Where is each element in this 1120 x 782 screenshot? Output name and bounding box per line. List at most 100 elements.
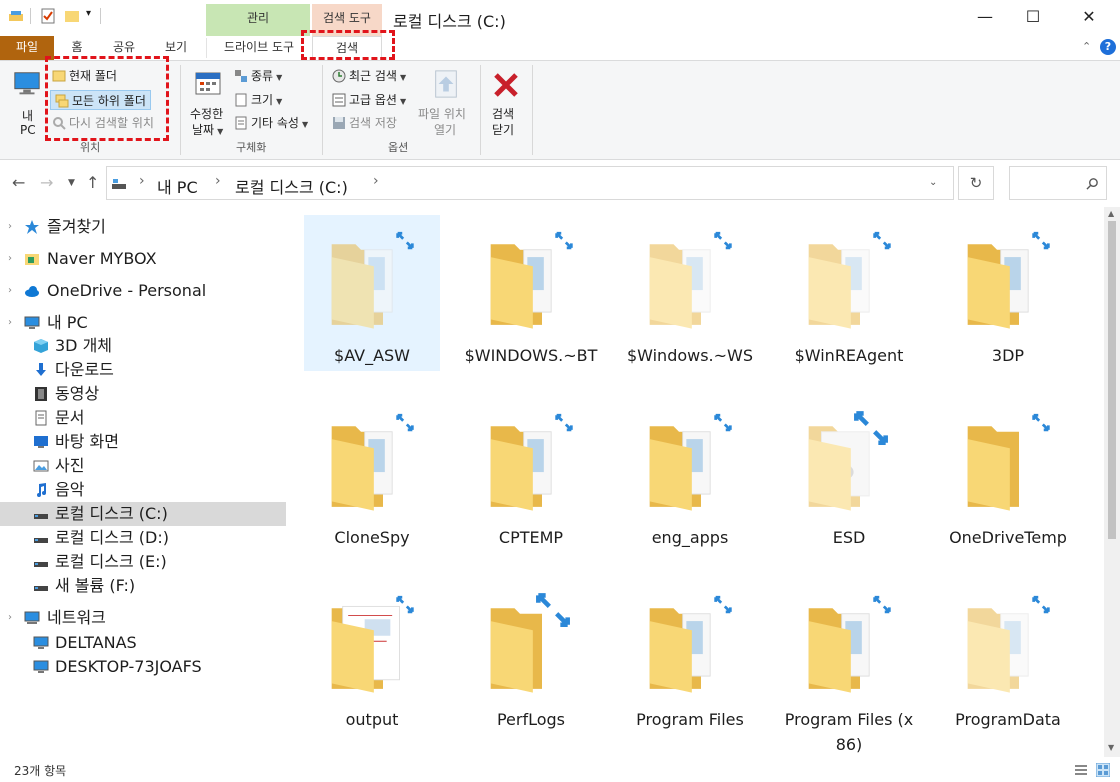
nav-item-label: 내 PC <box>47 313 88 332</box>
close-search-label-1: 검색 <box>492 107 515 121</box>
large-icons-view-icon[interactable] <box>1096 763 1110 777</box>
minimize-button[interactable]: — <box>962 0 1008 36</box>
nav-item[interactable]: 바탕 화면 <box>0 430 286 454</box>
scroll-thumb[interactable] <box>1108 221 1116 539</box>
expand-icon[interactable]: › <box>8 606 12 630</box>
nav-item[interactable]: 음악 <box>0 478 286 502</box>
nav-item-label: 로컬 디스크 (C:) <box>55 504 168 523</box>
folder-item[interactable]: $Windows.~WS <box>622 215 758 371</box>
size-icon <box>235 93 247 107</box>
help-icon[interactable]: ? <box>1100 39 1116 55</box>
my-pc-button[interactable]: 내 PC <box>8 67 46 137</box>
refresh-button[interactable]: ↻ <box>958 166 994 200</box>
folder-item[interactable]: Program Files (x86) <box>781 579 917 754</box>
nav-item[interactable]: 로컬 디스크 (C:) <box>0 502 286 526</box>
address-bar[interactable]: › 내 PC › 로컬 디스크 (C:) › ⌄ <box>106 166 954 200</box>
expand-icon[interactable]: › <box>8 279 12 303</box>
details-view-icon[interactable] <box>1074 763 1088 777</box>
nav-item-label: DESKTOP-73JOAFS <box>55 657 202 676</box>
nav-item[interactable]: › 즐겨찾기 <box>0 215 286 239</box>
tab-view[interactable]: 보기 <box>156 36 196 60</box>
advanced-options-dropdown[interactable]: 고급 옵션 ▼ <box>332 90 406 110</box>
search-again-in-button[interactable]: 다시 검색할 위치 <box>52 113 154 133</box>
tab-home[interactable]: 홈 <box>62 36 92 60</box>
open-file-location-button[interactable]: 파일 위치 열기 <box>416 67 476 137</box>
expand-icon[interactable]: › <box>8 311 12 335</box>
nav-item[interactable]: › 네트워크 <box>0 606 286 630</box>
all-subfolders-label: 모든 하위 폴더 <box>72 94 146 108</box>
collapse-ribbon-icon[interactable]: ⌃ <box>1082 40 1091 53</box>
breadcrumb-local-disk[interactable]: 로컬 디스크 (C:) <box>235 174 348 198</box>
close-search-button[interactable]: 검색 닫기 <box>486 67 526 137</box>
folder-icon <box>649 413 732 511</box>
folder-item[interactable]: 3DP <box>940 215 1076 371</box>
up-icon[interactable]: ↑ <box>86 173 99 192</box>
all-subfolders-button[interactable]: 모든 하위 폴더 <box>50 90 151 110</box>
nav-item[interactable]: DELTANAS <box>0 631 286 655</box>
address-history-icon[interactable]: ⌄ <box>929 177 937 188</box>
nav-item-label: 3D 개체 <box>55 336 113 355</box>
save-search-label: 검색 저장 <box>349 116 397 130</box>
expand-icon[interactable]: › <box>8 215 12 239</box>
nav-item[interactable]: 로컬 디스크 (D:) <box>0 526 286 550</box>
search-input[interactable] <box>1009 166 1107 200</box>
tab-search[interactable]: 검색 <box>312 36 382 60</box>
properties-icon[interactable] <box>40 8 56 24</box>
folder-name: ProgramData <box>955 710 1061 729</box>
kind-dropdown[interactable]: 종류 ▼ <box>234 66 282 86</box>
recent-locations-icon[interactable]: ▼ <box>68 178 75 188</box>
options-group-label: 옵션 <box>388 141 409 154</box>
nav-item[interactable]: 동영상 <box>0 382 286 406</box>
my-pc-label-2: PC <box>20 123 36 137</box>
tab-file[interactable]: 파일 <box>0 36 54 60</box>
folder-item[interactable]: $WinREAgent <box>781 215 917 371</box>
nav-item[interactable]: 문서 <box>0 406 286 430</box>
close-button[interactable]: ✕ <box>1066 0 1112 36</box>
recent-searches-dropdown[interactable]: 최근 검색 ▼ <box>332 66 406 86</box>
save-search-button[interactable]: 검색 저장 <box>332 113 397 133</box>
new-folder-icon[interactable] <box>64 8 80 24</box>
nav-item[interactable]: 새 볼륨 (F:) <box>0 574 286 598</box>
nav-item-label: DELTANAS <box>55 633 137 652</box>
nav-item[interactable]: 3D 개체 <box>0 334 286 358</box>
expand-icon[interactable]: › <box>8 247 12 271</box>
other-properties-dropdown[interactable]: 기타 속성 ▼ <box>234 113 308 133</box>
nav-item[interactable]: › 내 PC <box>0 311 286 335</box>
folder-item[interactable]: $WINDOWS.~BT <box>463 215 599 371</box>
current-folder-button[interactable]: 현재 폴더 <box>52 66 117 86</box>
nav-item[interactable]: 로컬 디스크 (E:) <box>0 550 286 574</box>
folder-item[interactable]: CloneSpy <box>304 397 440 553</box>
size-label: 크기 <box>251 93 274 107</box>
customize-qa-icon[interactable]: ▾ <box>86 8 91 19</box>
folder-item[interactable]: ESD <box>781 397 917 553</box>
maximize-button[interactable]: ☐ <box>1010 0 1056 36</box>
tab-share[interactable]: 공유 <box>104 36 144 60</box>
folder-item[interactable]: eng_apps <box>622 397 758 553</box>
scroll-down-icon[interactable]: ▼ <box>1108 743 1114 752</box>
back-icon[interactable]: ← <box>12 173 25 192</box>
folder-item[interactable]: ProgramData <box>940 579 1076 735</box>
folder-name: CPTEMP <box>498 528 564 547</box>
folder-item[interactable]: output <box>304 579 440 735</box>
folder-item[interactable]: $AV_ASW <box>304 215 440 371</box>
folder-item[interactable]: PerfLogs <box>463 579 599 735</box>
nav-item-label: 사진 <box>55 456 85 475</box>
folder-item[interactable]: OneDriveTemp <box>940 397 1076 553</box>
folder-item[interactable]: CPTEMP <box>463 397 599 553</box>
forward-icon[interactable]: → <box>40 173 53 192</box>
scroll-up-icon[interactable]: ▲ <box>1108 209 1114 218</box>
date-modified-label-1: 수정한 <box>190 107 224 121</box>
breadcrumb-my-pc[interactable]: 내 PC <box>157 174 198 198</box>
tab-drive-tools[interactable]: 드라이브 도구 <box>214 36 304 60</box>
explorer-icon <box>9 11 23 21</box>
open-file-location-label-1: 파일 위치 <box>418 107 466 121</box>
folder-item[interactable]: Program Files <box>622 579 758 735</box>
date-modified-button[interactable]: 수정한 날짜 ▼ <box>186 67 230 137</box>
vertical-scrollbar[interactable]: ▲ ▼ <box>1104 207 1120 757</box>
nav-item[interactable]: › OneDrive - Personal <box>0 279 286 303</box>
size-dropdown[interactable]: 크기 ▼ <box>234 90 282 110</box>
nav-item[interactable]: DESKTOP-73JOAFS <box>0 655 286 679</box>
nav-item[interactable]: 다운로드 <box>0 358 286 382</box>
nav-item[interactable]: › Naver MYBOX <box>0 247 286 271</box>
nav-item[interactable]: 사진 <box>0 454 286 478</box>
